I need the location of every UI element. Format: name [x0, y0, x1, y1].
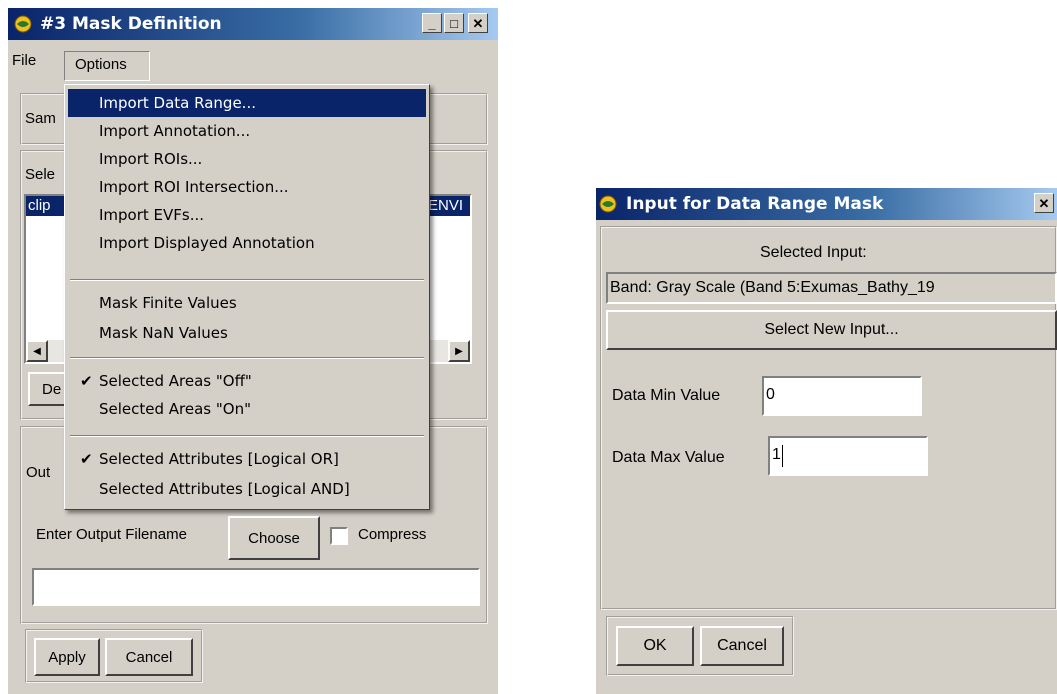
checkmark-icon: ✔ [80, 450, 93, 468]
menu-item-import-rois[interactable]: Import ROIs... [68, 145, 426, 173]
envi-globe-icon [599, 195, 617, 213]
cancel-button[interactable]: Cancel [700, 626, 784, 666]
close-icon[interactable]: ✕ [468, 13, 488, 33]
menu-item-selected-attributes-and[interactable]: Selected Attributes [Logical AND] [68, 475, 426, 503]
menu-item-mask-nan-values[interactable]: Mask NaN Values [68, 319, 426, 347]
select-label: Sele [25, 166, 56, 183]
menu-separator [70, 357, 424, 359]
enter-output-filename-label: Enter Output Filename [36, 526, 187, 543]
compress-label: Compress [358, 526, 427, 543]
input-dialog-titlebar[interactable]: Input for Data Range Mask ✕ [596, 188, 1057, 220]
choose-button[interactable]: Choose [228, 516, 320, 560]
menu-item-selected-areas-off[interactable]: ✔ Selected Areas "Off" [68, 367, 426, 395]
ok-button[interactable]: OK [616, 626, 694, 666]
list-item[interactable]: clip [26, 196, 66, 216]
scroll-left-arrow-icon[interactable]: ◀ [26, 340, 48, 362]
selected-input-display: Band: Gray Scale (Band 5:Exumas_Bathy_19 [606, 272, 1057, 304]
menu-item-selected-areas-on[interactable]: Selected Areas "On" [68, 395, 426, 423]
menu-options[interactable]: Options [64, 51, 150, 81]
menu-file[interactable]: File [12, 52, 36, 69]
menu-separator [70, 435, 424, 437]
data-max-input[interactable]: 1 [768, 436, 928, 476]
menu-item-import-roi-intersection[interactable]: Import ROI Intersection... [68, 173, 426, 201]
maximize-icon[interactable]: □ [444, 13, 464, 33]
output-label: Out [26, 464, 51, 481]
menu-item-selected-attributes-or[interactable]: ✔ Selected Attributes [Logical OR] [68, 445, 426, 473]
data-max-label: Data Max Value [612, 449, 725, 466]
envi-globe-icon [14, 15, 32, 33]
list-item-right[interactable]: ENVI [426, 196, 470, 216]
selected-input-label: Selected Input: [760, 244, 867, 261]
mask-window-titlebar[interactable]: #3 Mask Definition _ □ ✕ [8, 8, 498, 40]
menu-item-import-annotation[interactable]: Import Annotation... [68, 117, 426, 145]
menu-item-mask-finite-values[interactable]: Mask Finite Values [68, 289, 426, 317]
close-icon[interactable]: ✕ [1034, 193, 1054, 213]
mask-window-title: #3 Mask Definition [40, 14, 222, 34]
data-min-label: Data Min Value [612, 387, 721, 404]
apply-button[interactable]: Apply [34, 638, 100, 676]
checkmark-icon: ✔ [80, 372, 93, 390]
cancel-button[interactable]: Cancel [105, 638, 193, 676]
menu-item-import-displayed-annotation[interactable]: Import Displayed Annotation [68, 229, 426, 257]
menu-separator [70, 279, 424, 281]
compress-checkbox[interactable] [330, 527, 348, 545]
select-new-input-button[interactable]: Select New Input... [606, 310, 1057, 350]
options-dropdown-menu: Import Data Range... Import Annotation..… [64, 84, 430, 510]
scroll-right-arrow-icon[interactable]: ▶ [448, 340, 470, 362]
sample-label: Sam [25, 110, 56, 127]
menu-item-import-evfs[interactable]: Import EVFs... [68, 201, 426, 229]
data-min-input[interactable]: 0 [762, 376, 922, 416]
minimize-icon[interactable]: _ [422, 13, 442, 33]
input-dialog-title: Input for Data Range Mask [626, 194, 884, 214]
output-filename-input[interactable] [32, 568, 480, 606]
menu-item-import-data-range[interactable]: Import Data Range... [68, 89, 426, 117]
text-cursor [782, 445, 783, 467]
input-dialog-window: Input for Data Range Mask ✕ Selected Inp… [596, 188, 1057, 694]
